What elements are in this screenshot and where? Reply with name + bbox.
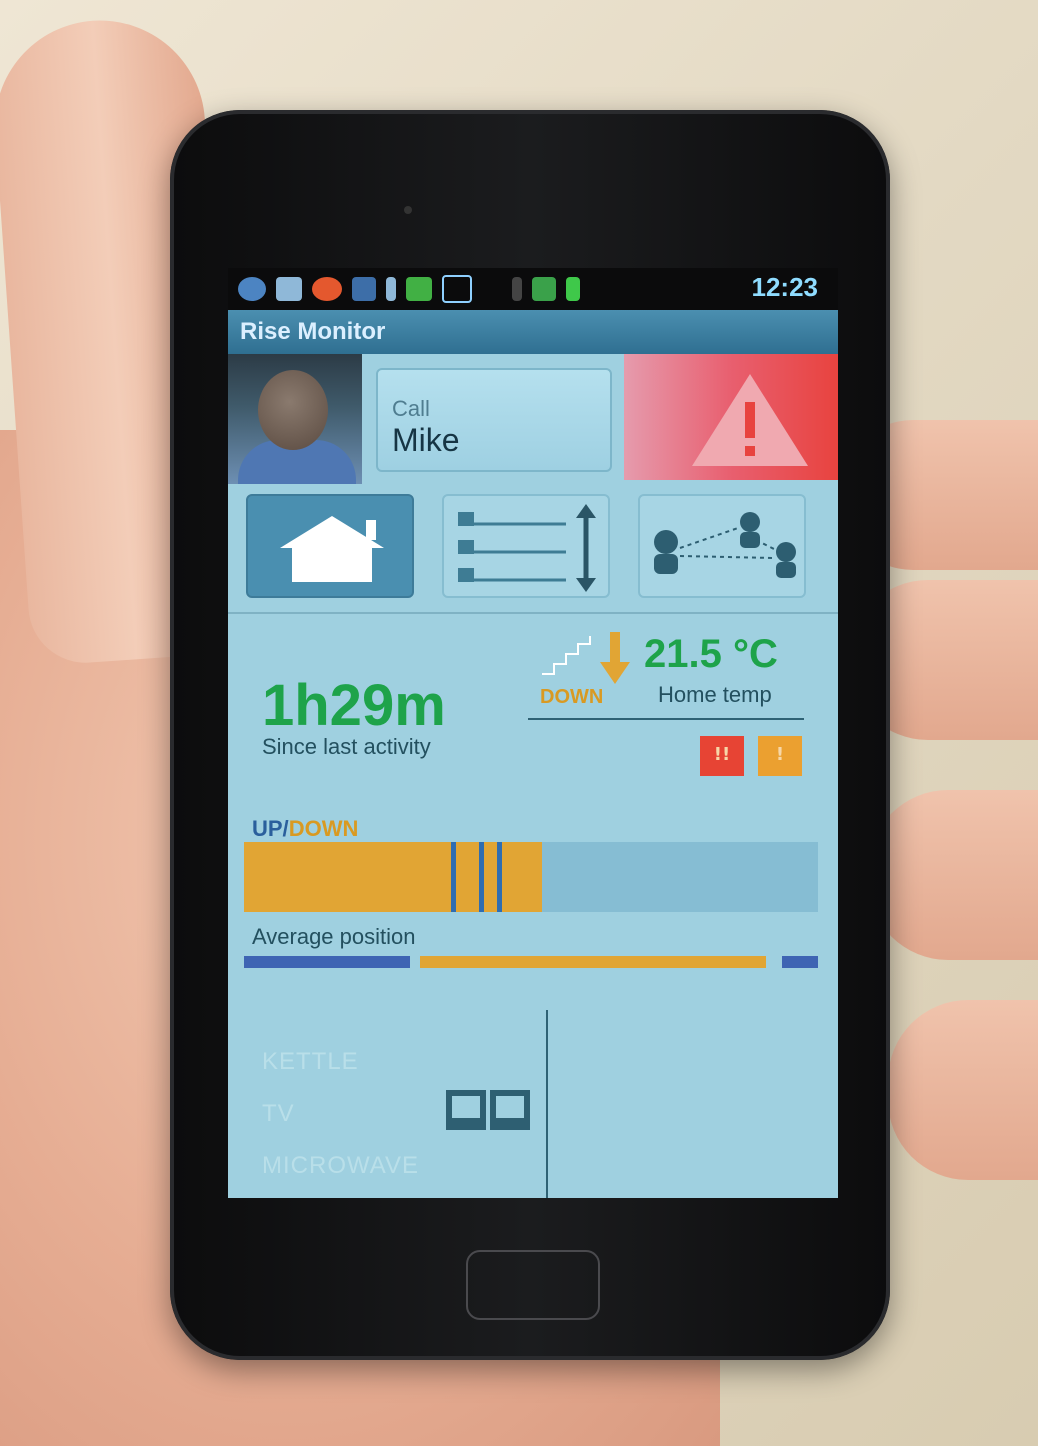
- call-button[interactable]: Call Mike: [376, 368, 612, 472]
- alarm-orange-glyph: !: [775, 744, 785, 765]
- shield-icon: [442, 275, 472, 303]
- phone-screen: 12:23 Rise Monitor Call Mike 1h29m Since…: [228, 268, 838, 1198]
- battery-icon: [566, 277, 580, 301]
- contact-avatar[interactable]: [228, 354, 362, 484]
- signal-icon: [532, 277, 556, 301]
- home-view-button[interactable]: [246, 494, 414, 598]
- stairs-view-button[interactable]: [442, 494, 610, 598]
- updown-up-mark: [496, 842, 502, 912]
- call-contact-name: Mike: [392, 422, 460, 458]
- vibrate-icon: [512, 277, 522, 301]
- appliance-divider: [546, 1010, 548, 1198]
- app-titlebar: Rise Monitor: [228, 310, 838, 354]
- average-segment-up: [782, 956, 818, 968]
- updown-title: UP/DOWN: [252, 816, 358, 842]
- alarm-indicator-orange[interactable]: !: [758, 736, 802, 776]
- average-segment-up: [244, 956, 410, 968]
- updown-up-mark: [479, 842, 485, 912]
- email-icon: [276, 277, 302, 301]
- average-position-title: Average position: [252, 924, 416, 949]
- updown-title-down: DOWN: [288, 816, 359, 841]
- inactivity-time: 1h29m: [262, 673, 446, 738]
- floors-icon: [458, 504, 596, 592]
- storage-icon: [406, 277, 432, 301]
- hat-icon: [352, 277, 376, 301]
- stairs-icon: [542, 636, 591, 675]
- alarm-red-glyph: !!: [713, 744, 731, 765]
- temperature-divider: [528, 718, 804, 720]
- temperature-label: Home temp: [658, 682, 772, 707]
- appliance-tv[interactable]: TV: [262, 1100, 295, 1128]
- warning-icon: [692, 374, 808, 466]
- hand-finger: [868, 790, 1038, 960]
- tv-monitor-icon: [446, 1090, 530, 1130]
- alarm-indicator-red[interactable]: !!: [700, 736, 744, 776]
- updown-timeline: [244, 842, 818, 912]
- call-label: Call: [392, 396, 430, 421]
- appliance-microwave[interactable]: MICROWAVE: [262, 1152, 419, 1180]
- average-position-bar: [244, 956, 818, 968]
- house-icon: [280, 516, 384, 582]
- people-network-icon: [654, 512, 796, 578]
- updown-up-mark: [450, 842, 456, 912]
- app-title: Rise Monitor: [240, 318, 386, 345]
- section-divider: [228, 612, 838, 614]
- home-button[interactable]: [466, 1250, 600, 1320]
- notification-badge-icon: [238, 277, 266, 301]
- earpiece-speaker: [404, 206, 412, 214]
- direction-label: DOWN: [540, 686, 604, 708]
- status-bar: 12:23: [228, 268, 838, 310]
- hand-finger: [888, 1000, 1038, 1180]
- home-temperature: 21.5 °C: [644, 632, 778, 676]
- inactivity-label: Since last activity: [262, 734, 431, 759]
- download-icon: [386, 277, 396, 301]
- average-segment-down: [420, 956, 766, 968]
- updown-title-up: UP/: [252, 816, 289, 841]
- alert-button[interactable]: [624, 354, 838, 480]
- appliance-kettle[interactable]: KETTLE: [262, 1048, 359, 1076]
- status-clock: 12:23: [751, 272, 819, 302]
- down-arrow-icon: [600, 632, 630, 684]
- network-view-button[interactable]: [638, 494, 806, 598]
- avatar-head: [258, 370, 328, 450]
- app-badge-icon: [312, 277, 342, 301]
